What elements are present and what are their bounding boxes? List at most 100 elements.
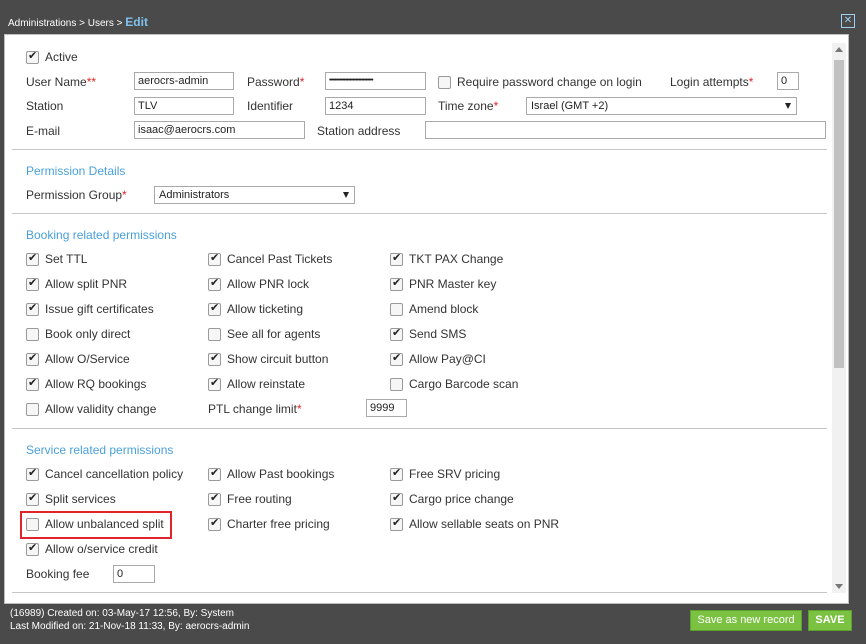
timezone-select-value: Israel (GMT +2)	[531, 100, 609, 112]
perm-pnr-master-key-checkbox[interactable]	[390, 276, 403, 291]
perm-allow-o-service-checkbox[interactable]	[26, 351, 39, 366]
vertical-scrollbar[interactable]	[832, 43, 846, 593]
active-checkbox[interactable]	[26, 49, 39, 64]
ptl-change-limit-input[interactable]: 9999	[366, 399, 407, 417]
identifier-input[interactable]: 1234	[325, 97, 426, 115]
chevron-down-icon	[343, 192, 349, 198]
perm-allow-pnr-lock-label: Allow PNR lock	[227, 277, 310, 291]
perm-cargo-price-change-checkbox[interactable]	[390, 491, 403, 506]
perm-allow-reinstate-label: Allow reinstate	[227, 377, 306, 391]
permission-group-label: Permission Group*	[26, 188, 127, 202]
save-as-new-record-button[interactable]: Save as new record	[690, 610, 802, 631]
perm-charter-free-pricing-checkbox[interactable]	[208, 516, 221, 531]
perm-allow-pay-ci-label: Allow Pay@CI	[409, 352, 486, 366]
perm-charter-free-pricing-label: Charter free pricing	[227, 517, 330, 531]
login-attempts-label-text: Login attempts	[670, 75, 749, 89]
created-info: (16989) Created on: 03-May-17 12:56, By:…	[10, 608, 235, 619]
username-input[interactable]: aerocrs-admin	[134, 72, 234, 90]
ptl-change-limit-label-text: PTL change limit	[208, 402, 297, 416]
perm-split-services-label: Split services	[45, 492, 116, 506]
perm-amend-block-label: Amend block	[409, 302, 479, 316]
perm-allow-ticketing-label: Allow ticketing	[227, 302, 304, 316]
password-label-text: Password	[247, 75, 300, 89]
username-label: User Name**	[26, 75, 96, 89]
booking-permissions-title: Booking related permissions	[26, 228, 177, 242]
perm-tkt-pax-change-checkbox[interactable]	[390, 251, 403, 266]
perm-allow-validity-change-checkbox[interactable]	[26, 403, 39, 416]
perm-tkt-pax-change-label: TKT PAX Change	[409, 252, 504, 266]
perm-cancel-cancellation-policy-checkbox[interactable]	[26, 466, 39, 481]
require-pw-change-checkbox[interactable]	[438, 76, 451, 89]
close-icon[interactable]: ✕	[841, 14, 855, 28]
perm-cancel-past-tickets-label: Cancel Past Tickets	[227, 252, 333, 266]
perm-allow-past-bookings-label: Allow Past bookings	[227, 467, 335, 481]
title-bar: Administrations > Users > Edit ✕	[0, 0, 866, 34]
perm-allow-sellable-seats-checkbox[interactable]	[390, 516, 403, 531]
save-button[interactable]: SAVE	[808, 610, 852, 631]
login-attempts-required-mark: *	[748, 75, 754, 89]
login-attempts-label: Login attempts*	[670, 75, 753, 89]
perm-allow-ticketing-checkbox[interactable]	[208, 301, 221, 316]
modified-info: Last Modified on: 21-Nov-18 11:33, By: a…	[10, 621, 250, 632]
station-address-input[interactable]	[425, 121, 826, 139]
perm-allow-rq-bookings-checkbox[interactable]	[26, 376, 39, 391]
perm-allow-past-bookings-checkbox[interactable]	[208, 466, 221, 481]
perm-allow-sellable-seats-label: Allow sellable seats on PNR	[409, 517, 560, 531]
perm-set-ttl-checkbox[interactable]	[26, 251, 39, 266]
perm-send-sms-label: Send SMS	[409, 327, 467, 341]
edit-user-panel: Active User Name** aerocrs-admin Passwor…	[4, 34, 849, 604]
perm-split-services-checkbox[interactable]	[26, 491, 39, 506]
perm-cancel-past-tickets-checkbox[interactable]	[208, 251, 221, 266]
perm-free-routing-checkbox[interactable]	[208, 491, 221, 506]
station-input[interactable]: TLV	[134, 97, 234, 115]
perm-allow-pay-ci-checkbox[interactable]	[390, 351, 403, 366]
scroll-up-icon[interactable]	[835, 47, 843, 52]
login-attempts-input[interactable]: 0	[777, 72, 799, 90]
perm-allow-pnr-lock-checkbox[interactable]	[208, 276, 221, 291]
perm-cargo-price-change-label: Cargo price change	[409, 492, 514, 506]
perm-amend-block-checkbox[interactable]	[390, 303, 403, 316]
breadcrumb-path: Administrations > Users >	[8, 18, 123, 29]
password-label: Password*	[247, 75, 304, 89]
booking-fee-label: Booking fee	[26, 567, 90, 581]
scroll-thumb[interactable]	[834, 60, 844, 368]
perm-free-srv-pricing-checkbox[interactable]	[390, 466, 403, 481]
ptl-required-mark: *	[296, 402, 302, 416]
perm-allow-unbalanced-split-checkbox[interactable]	[26, 518, 39, 531]
identifier-label: Identifier	[247, 99, 294, 113]
section-divider	[12, 149, 827, 150]
breadcrumb-current: Edit	[125, 15, 148, 29]
perm-allow-split-pnr-checkbox[interactable]	[26, 276, 39, 291]
scroll-down-icon[interactable]	[835, 584, 843, 589]
perm-allow-o-service-credit-label: Allow o/service credit	[45, 542, 158, 556]
perm-allow-reinstate-checkbox[interactable]	[208, 376, 221, 391]
permission-details-title: Permission Details	[26, 164, 126, 178]
service-permissions-title: Service related permissions	[26, 443, 174, 457]
email-input[interactable]: isaac@aerocrs.com	[134, 121, 305, 139]
email-label: E-mail	[26, 124, 61, 138]
perm-book-only-direct-label: Book only direct	[45, 327, 131, 341]
section-divider	[12, 428, 827, 429]
perm-set-ttl-label: Set TTL	[45, 252, 88, 266]
perm-show-circuit-button-label: Show circuit button	[227, 352, 329, 366]
perm-cargo-barcode-scan-checkbox[interactable]	[390, 378, 403, 391]
perm-issue-gift-certificates-checkbox[interactable]	[26, 301, 39, 316]
perm-see-all-for-agents-checkbox[interactable]	[208, 328, 221, 341]
perm-allow-validity-change-label: Allow validity change	[45, 402, 157, 416]
station-label: Station	[26, 99, 64, 113]
perm-issue-gift-certificates-label: Issue gift certificates	[45, 302, 154, 316]
permission-group-select[interactable]: Administrators	[154, 186, 355, 204]
perm-cargo-barcode-scan-label: Cargo Barcode scan	[409, 377, 519, 391]
chevron-down-icon	[785, 103, 791, 109]
perm-book-only-direct-checkbox[interactable]	[26, 328, 39, 341]
password-input[interactable]: ••••••••••••••••••••••••••••••	[325, 72, 426, 90]
perm-show-circuit-button-checkbox[interactable]	[208, 351, 221, 366]
perm-send-sms-checkbox[interactable]	[390, 326, 403, 341]
perm-see-all-for-agents-label: See all for agents	[227, 327, 321, 341]
perm-allow-o-service-credit-checkbox[interactable]	[26, 541, 39, 556]
booking-fee-input[interactable]: 0	[113, 565, 155, 583]
station-address-label: Station address	[317, 124, 401, 138]
timezone-required-mark: *	[493, 99, 499, 113]
section-divider	[12, 592, 827, 593]
timezone-select[interactable]: Israel (GMT +2)	[526, 97, 797, 115]
